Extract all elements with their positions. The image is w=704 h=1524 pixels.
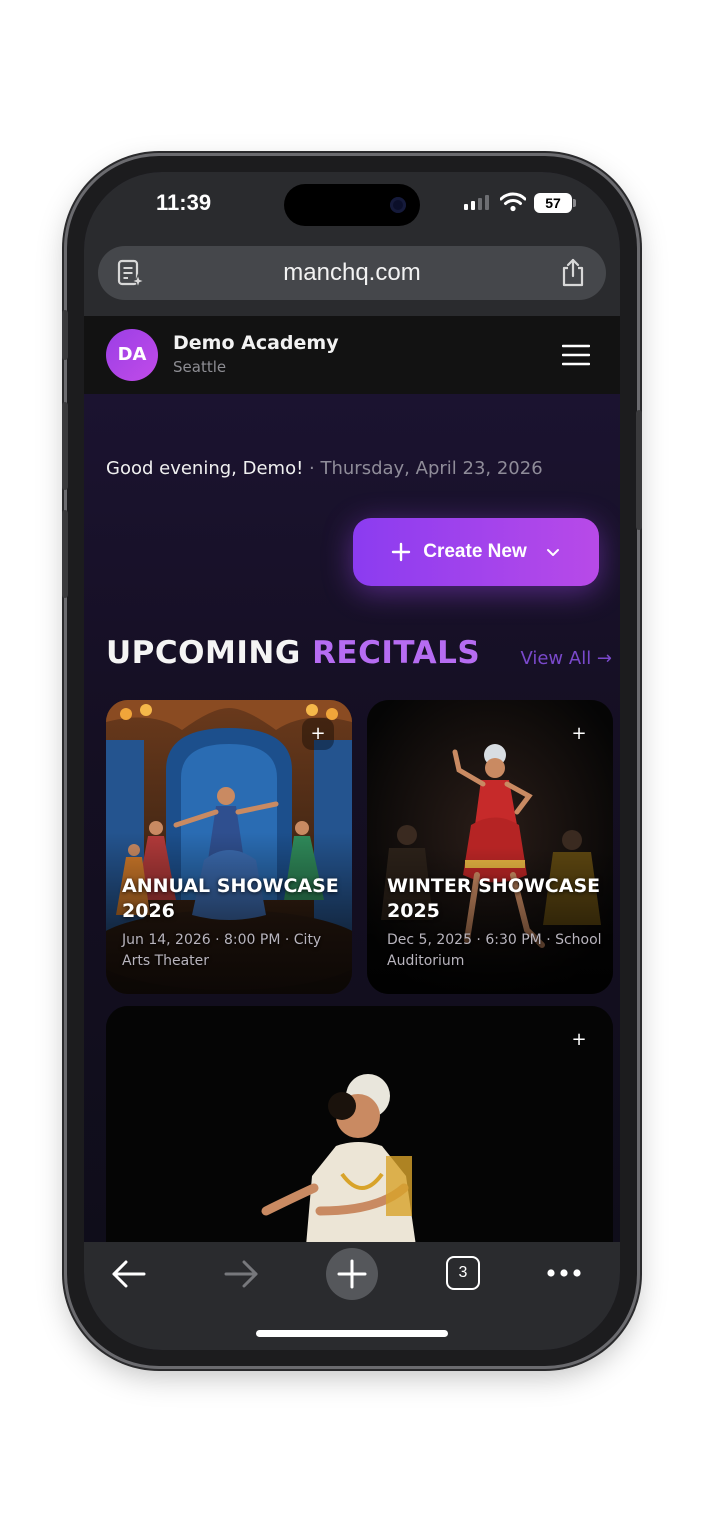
home-indicator — [256, 1330, 448, 1337]
browser-address-area: manchq.com — [84, 234, 620, 316]
battery-icon: 57 — [534, 193, 576, 213]
volume-up-button — [62, 402, 68, 490]
tab-count-button[interactable]: 3 — [446, 1256, 480, 1290]
recital-card-winter-showcase[interactable]: + WINTER SHOWCASE 2025 Dec 5, 2025 · 6:30… — [367, 700, 613, 994]
add-to-calendar-icon[interactable]: + — [563, 718, 595, 750]
back-arrow-icon[interactable] — [110, 1258, 148, 1290]
recital-title: WINTER SHOWCASE 2025 — [387, 875, 601, 922]
recital-card-annual-showcase[interactable]: + ANNUAL SHOWCASE 2026 Jun 14, 2026 · 8:0… — [106, 700, 352, 994]
greeting-text: Good evening, Demo! — [106, 458, 304, 479]
greeting-line: Good evening, Demo! · Thursday, April 23… — [106, 458, 543, 479]
recital-card-featured[interactable]: + — [106, 1006, 613, 1266]
action-button — [62, 310, 68, 360]
view-all-link[interactable]: View All → — [520, 648, 612, 669]
plus-icon — [392, 542, 411, 562]
current-date: Thursday, April 23, 2026 — [320, 458, 543, 479]
cellular-signal-icon — [464, 195, 489, 210]
status-bar: 11:39 57 — [84, 172, 620, 234]
add-to-calendar-icon[interactable]: + — [302, 718, 334, 750]
add-to-calendar-icon[interactable]: + — [563, 1024, 595, 1056]
new-tab-plus-icon[interactable] — [326, 1248, 378, 1300]
recital-details: Dec 5, 2025 · 6:30 PM · School Auditorium — [387, 932, 602, 969]
greeting-separator: · — [303, 458, 321, 479]
create-new-label: Create New — [423, 541, 527, 562]
status-time: 11:39 — [156, 190, 212, 215]
recital-title: ANNUAL SHOWCASE 2026 — [122, 875, 339, 922]
recital-details: Jun 14, 2026 · 8:00 PM · City Arts Theate… — [122, 932, 322, 969]
tab-count: 3 — [458, 1264, 468, 1281]
academy-avatar[interactable]: DA — [106, 329, 158, 381]
more-options-icon[interactable] — [546, 1268, 582, 1278]
create-new-button[interactable]: Create New — [353, 518, 599, 586]
recital-photo-featured — [106, 1006, 613, 1266]
wifi-icon — [500, 192, 526, 212]
section-title-upcoming-recitals: UPCOMING RECITALS — [106, 635, 481, 671]
dynamic-island — [284, 184, 420, 226]
hamburger-menu-icon[interactable] — [562, 344, 590, 366]
browser-toolbar: 3 — [84, 1242, 620, 1350]
url-text: manchq.com — [283, 259, 421, 286]
app-header: DA Demo Academy Seattle — [84, 316, 620, 394]
volume-down-button — [62, 510, 68, 598]
phone-screen: 11:39 57 manchq.com DA Demo Academy Seat… — [84, 172, 620, 1350]
academy-name: Demo Academy — [173, 332, 339, 354]
academy-location: Seattle — [173, 358, 227, 376]
power-button — [636, 410, 642, 530]
forward-arrow-icon[interactable] — [222, 1258, 260, 1290]
dashboard-content: Good evening, Demo! · Thursday, April 23… — [84, 394, 620, 1266]
chevron-down-icon — [546, 549, 559, 556]
address-bar[interactable]: manchq.com — [98, 246, 606, 300]
share-icon[interactable] — [560, 258, 586, 288]
